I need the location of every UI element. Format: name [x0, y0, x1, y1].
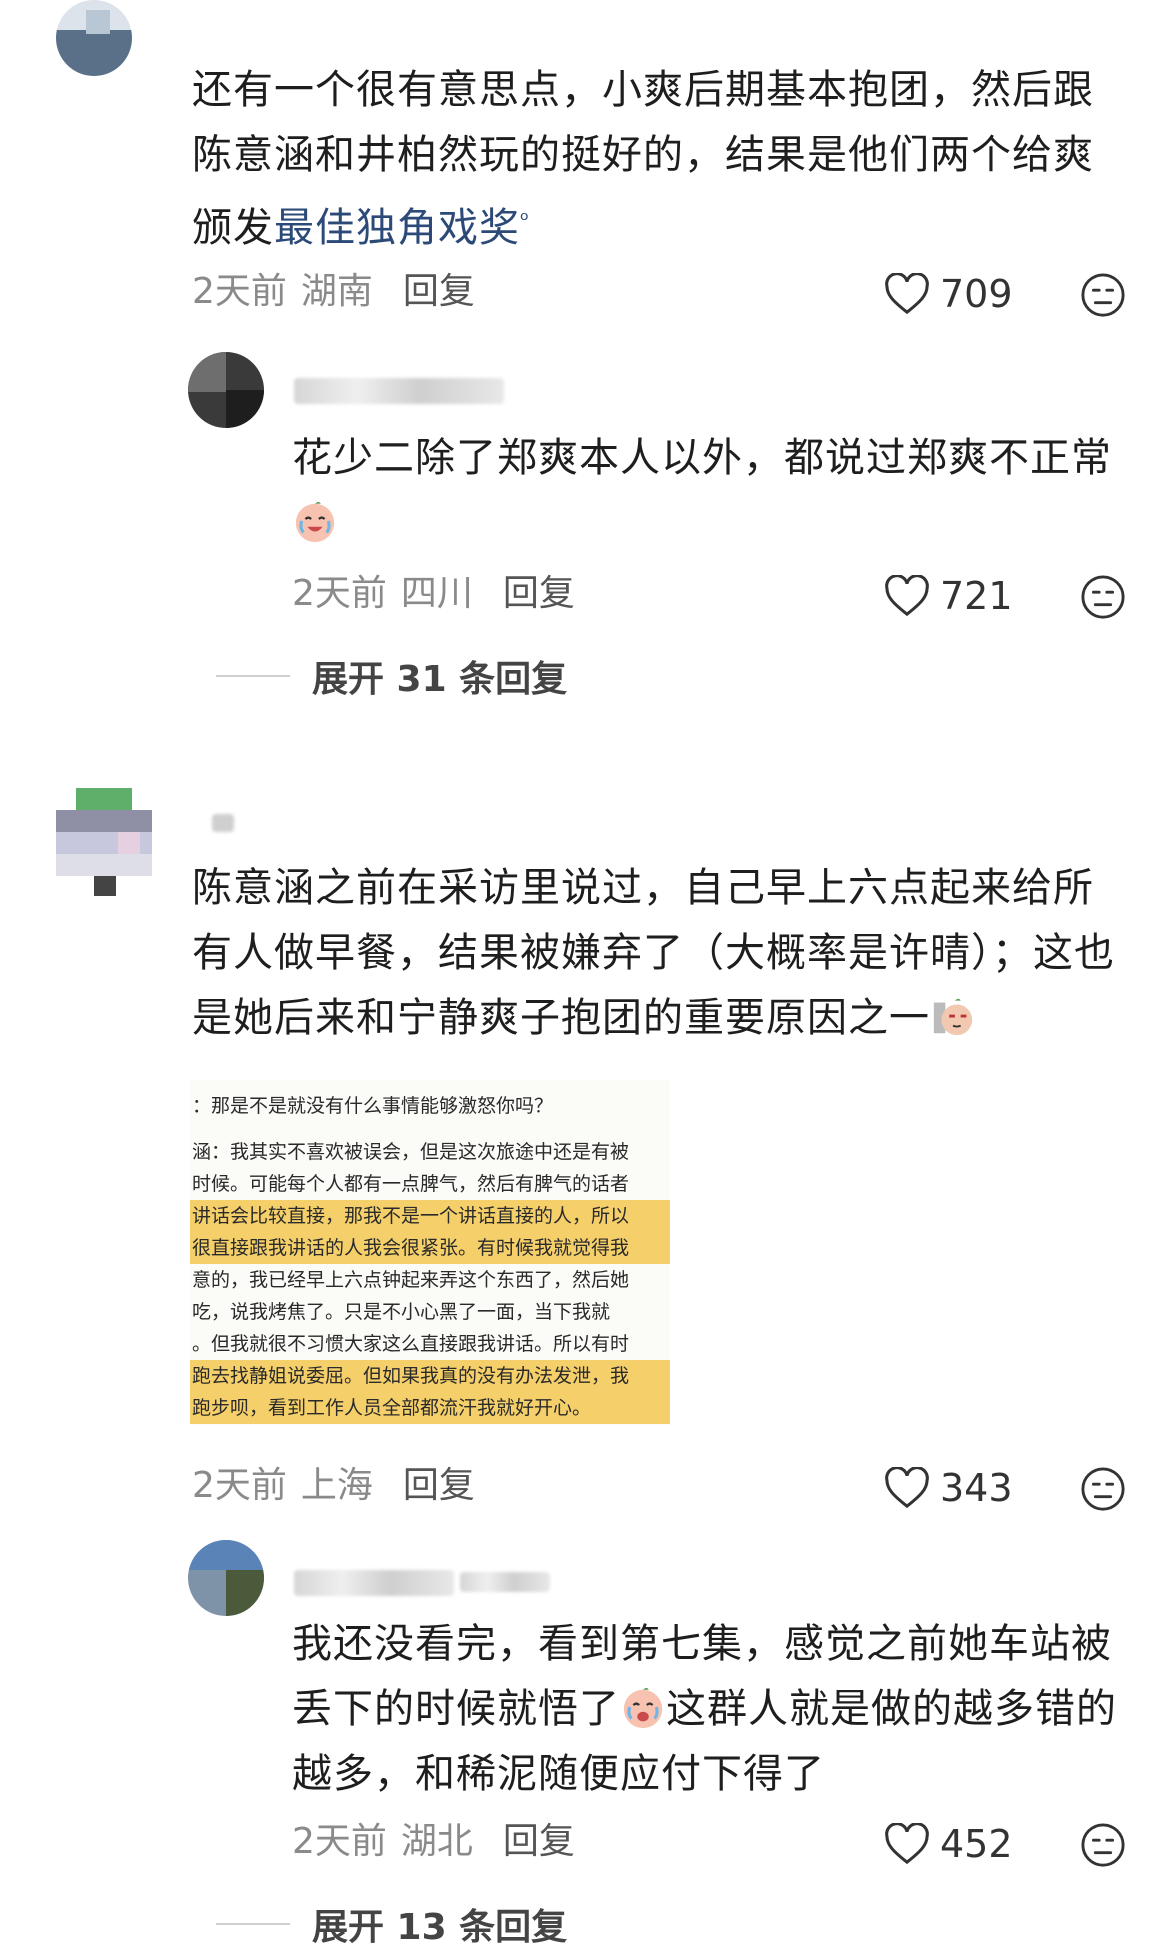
comment-time: 2天前 [192, 1465, 287, 1506]
comment-text: 还有一个很有意思点，小爽后期基本抱团，然后跟陈意涵和井柏然玩的挺好的，结果是他们… [192, 67, 1094, 251]
divider [216, 1923, 290, 1925]
search-icon: ᵒ [520, 208, 531, 233]
screenshot-line: 涵：我其实不喜欢被误会，但是这次旅途中还是有被 [192, 1141, 630, 1163]
reply-button[interactable]: 回复 [503, 570, 575, 618]
screenshot-line: 跑去找静姐说委屈。但如果我真的没有办法发泄，我 [190, 1360, 670, 1392]
screenshot-line: 很直接跟我讲话的人我会很紧张。有时候我就觉得我 [190, 1232, 670, 1264]
like-count: 709 [940, 272, 1013, 316]
comment-time: 2天前 [292, 1821, 387, 1862]
reply-button[interactable]: 回复 [403, 1462, 475, 1510]
comment-location: 湖南 [300, 271, 373, 312]
like-button[interactable]: 721 [884, 572, 1013, 620]
comment-meta: 2天前 上海 回复 [192, 1462, 475, 1510]
expand-replies-button[interactable]: 展开 13 条回复 [216, 1898, 567, 1950]
avatar[interactable] [56, 0, 132, 76]
avatar[interactable] [188, 352, 264, 428]
comment-text: 陈意涵之前在采访里说过，自己早上六点起来给所有人做早餐，结果被嫌弃了（大概率是许… [192, 865, 1115, 1041]
heart-icon [885, 1823, 929, 1865]
comment-meta: 2天前 湖北 回复 [292, 1818, 575, 1866]
comment-time: 2天前 [192, 271, 287, 312]
like-button[interactable]: 709 [884, 270, 1013, 318]
like-button[interactable]: 452 [884, 1820, 1013, 1868]
reply-button[interactable]: 回复 [403, 268, 475, 316]
interview-screenshot[interactable]: ：那是不是就没有什么事情能够激怒你吗？ 涵：我其实不喜欢被误会，但是这次旅途中还… [190, 1080, 670, 1425]
comment-location: 湖北 [400, 1821, 473, 1862]
dislike-icon[interactable] [1080, 272, 1126, 318]
comment-location: 四川 [400, 573, 473, 614]
heart-icon [885, 1467, 929, 1509]
screenshot-line: ：那是不是就没有什么事情能够激怒你吗？ [192, 1095, 554, 1117]
comment-time: 2天前 [292, 573, 387, 614]
comment-text: 我还没看完，看到第七集，感觉之前她车站被丢下的时候就悟了 这群人就是做的越多错的越… [292, 1621, 1117, 1797]
screenshot-line: 讲话会比较直接，那我不是一个讲话直接的人，所以 [190, 1200, 670, 1232]
award-link[interactable]: 最佳独角戏奖 [274, 205, 520, 251]
like-count: 452 [940, 1822, 1013, 1866]
dislike-icon[interactable] [1080, 1466, 1126, 1512]
screenshot-line: 吃，说我烤焦了。只是不小心黑了一面，当下我就 [192, 1301, 611, 1323]
comment-location: 上海 [300, 1465, 373, 1506]
username[interactable] [294, 378, 504, 404]
username[interactable] [212, 814, 234, 832]
expand-label: 展开 13 条回复 [312, 1907, 568, 1948]
avatar[interactable] [56, 788, 152, 896]
username-extra [460, 1572, 550, 1592]
screenshot-line: 。但我就很不习惯大家这么直接跟我讲话。所以有时 [192, 1333, 630, 1355]
smug-face-emoji-icon [933, 998, 973, 1036]
divider [216, 675, 290, 677]
avatar[interactable] [188, 1540, 264, 1616]
screenshot-line: 意的，我已经早上六点钟起来弄这个东西了，然后她 [192, 1269, 630, 1291]
comment-meta: 2天前 四川 回复 [292, 570, 575, 618]
dislike-icon[interactable] [1080, 1822, 1126, 1868]
crying-emoji-icon [623, 1687, 663, 1729]
like-count: 721 [940, 574, 1013, 618]
like-button[interactable]: 343 [884, 1464, 1013, 1512]
crying-laugh-emoji-icon [295, 501, 335, 543]
expand-label: 展开 31 条回复 [312, 659, 568, 700]
dislike-icon[interactable] [1080, 574, 1126, 620]
like-count: 343 [940, 1466, 1013, 1510]
username[interactable] [294, 1570, 454, 1596]
screenshot-line: 跑步呗，看到工作人员全部都流汗我就好开心。 [190, 1392, 670, 1424]
comment-meta: 2天前 湖南 回复 [192, 268, 475, 316]
heart-icon [885, 575, 929, 617]
expand-replies-button[interactable]: 展开 31 条回复 [216, 650, 567, 702]
reply-button[interactable]: 回复 [503, 1818, 575, 1866]
comment-text: 花少二除了郑爽本人以外，都说过郑爽不正常 [292, 426, 1122, 556]
screenshot-line: 时候。可能每个人都有一点脾气，然后有脾气的话者 [192, 1173, 630, 1195]
heart-icon [885, 273, 929, 315]
